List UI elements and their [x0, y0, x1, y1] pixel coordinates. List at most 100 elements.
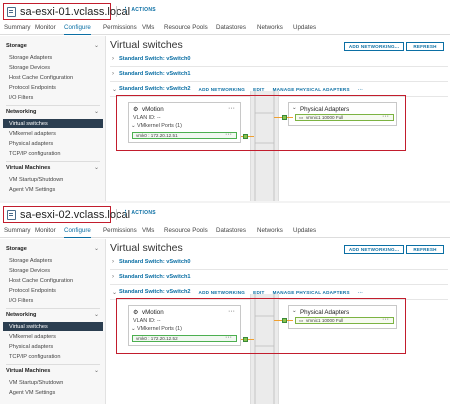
vmkernel-port-row[interactable]: vmk0 : 172.20.12.52 ···	[132, 334, 237, 342]
chevron-down-icon[interactable]: ⌄	[292, 308, 297, 314]
physical-adapters-card[interactable]: ⌄ Physical Adapters ▭ vmnic1 10000 Full …	[288, 305, 397, 329]
port-icon	[282, 318, 287, 323]
chevron-down-icon[interactable]: ⌄	[94, 367, 99, 374]
kebab-icon[interactable]: ···	[382, 113, 389, 120]
nic-icon: ▭	[299, 318, 304, 323]
sidebar-item-vmkernel-adapters[interactable]: VMkernel adapters	[9, 334, 56, 340]
tab-updates[interactable]: Updates	[293, 24, 316, 35]
refresh-button[interactable]: REFRESH	[406, 245, 444, 254]
sidebar-item-vm-startup[interactable]: VM Startup/Shutdown	[9, 177, 63, 183]
kebab-icon[interactable]: ···	[228, 308, 235, 315]
chevron-down-icon[interactable]: ⌄	[131, 326, 136, 332]
sidebar-item-io-filters[interactable]: I/O Filters	[9, 95, 33, 101]
kebab-icon[interactable]: ···	[225, 131, 232, 138]
tab-monitor[interactable]: Monitor	[35, 24, 56, 35]
switch-row-vswitch1[interactable]: › Standard Switch: vSwitch1	[110, 67, 448, 82]
sidebar-item-protocol-endpoints[interactable]: Protocol Endpoints	[9, 85, 56, 91]
tab-networks[interactable]: Networks	[257, 227, 283, 238]
tab-monitor[interactable]: Monitor	[35, 227, 56, 238]
tab-resource-pools[interactable]: Resource Pools	[164, 227, 208, 238]
portgroup-icon: ⚙	[133, 106, 139, 113]
portgroup-card[interactable]: ⚙ vMotion ··· VLAN ID: -- ⌄ VMkernel Por…	[128, 102, 241, 143]
tab-resource-pools[interactable]: Resource Pools	[164, 24, 208, 35]
chevron-down-icon[interactable]: ⌄	[94, 164, 99, 171]
nic-icon: ▭	[299, 115, 304, 120]
nic-row[interactable]: ▭ vmnic1 10000 Full ···	[295, 316, 394, 324]
actions-menu[interactable]: ⋮ ACTIONS	[122, 210, 156, 217]
divider	[116, 209, 117, 220]
sidebar-item-agent-vm[interactable]: Agent VM Settings	[9, 187, 55, 193]
refresh-button[interactable]: REFRESH	[406, 42, 444, 51]
sidebar-item-tcpip[interactable]: TCP/IP configuration	[9, 151, 61, 157]
tab-summary[interactable]: Summary	[4, 227, 30, 238]
sidebar-item-physical-adapters[interactable]: Physical adapters	[9, 141, 53, 147]
sidebar-group-storage[interactable]: Storage	[6, 43, 27, 49]
sidebar-divider	[6, 105, 100, 106]
tab-vms[interactable]: VMs	[142, 24, 154, 35]
chevron-down-icon[interactable]: ⌄	[131, 123, 136, 129]
sidebar-item-storage-adapters[interactable]: Storage Adapters	[9, 258, 52, 264]
tab-summary[interactable]: Summary	[4, 24, 30, 35]
host-panel-2: sa-esxi-02.vclass.local ⋮ ACTIONS Summar…	[0, 203, 450, 404]
chevron-down-icon[interactable]: ⌄	[94, 108, 99, 115]
sidebar-divider	[6, 308, 100, 309]
vmkernel-port-row[interactable]: vmk0 : 172.20.12.51 ···	[132, 131, 237, 139]
portgroup-name: vMotion	[142, 106, 164, 113]
tab-configure[interactable]: Configure	[64, 24, 91, 35]
sidebar-item-virtual-switches[interactable]: Virtual switches	[3, 119, 103, 128]
physical-adapters-card[interactable]: ⌄ Physical Adapters ▭ vmnic1 10000 Full …	[288, 102, 397, 126]
tab-updates[interactable]: Updates	[293, 227, 316, 238]
kebab-icon[interactable]: ···	[225, 334, 232, 341]
sidebar-item-tcpip[interactable]: TCP/IP configuration	[9, 354, 61, 360]
switch-diagram: ⚙ vMotion ··· VLAN ID: -- ⌄ VMkernel Por…	[107, 91, 448, 201]
switch-row-vswitch1[interactable]: › Standard Switch: vSwitch1	[110, 270, 448, 285]
configure-sidebar: Storage ⌄ Storage Adapters Storage Devic…	[0, 239, 106, 404]
sidebar-divider	[6, 161, 100, 162]
sidebar-item-storage-devices[interactable]: Storage Devices	[9, 65, 50, 71]
sidebar-group-networking[interactable]: Networking	[6, 312, 36, 318]
sidebar-group-networking[interactable]: Networking	[6, 109, 36, 115]
chevron-right-icon[interactable]: ›	[110, 259, 119, 265]
sidebar-item-vmkernel-adapters[interactable]: VMkernel adapters	[9, 131, 56, 137]
add-networking-button[interactable]: ADD NETWORKING...	[344, 42, 404, 51]
chevron-down-icon[interactable]: ⌄	[94, 42, 99, 49]
tab-networks[interactable]: Networks	[257, 24, 283, 35]
tab-permissions[interactable]: Permissions	[103, 24, 137, 35]
chevron-down-icon[interactable]: ⌄	[94, 245, 99, 252]
add-networking-button[interactable]: ADD NETWORKING...	[344, 245, 404, 254]
chevron-right-icon[interactable]: ›	[110, 274, 119, 280]
sidebar-item-host-cache[interactable]: Host Cache Configuration	[9, 278, 73, 284]
kebab-icon[interactable]: ···	[382, 316, 389, 323]
nic-row[interactable]: ▭ vmnic1 10000 Full ···	[295, 113, 394, 121]
main-content: Virtual switches ADD NETWORKING... REFRE…	[107, 36, 450, 201]
actions-menu[interactable]: ⋮ ACTIONS	[122, 7, 156, 14]
sidebar-group-storage[interactable]: Storage	[6, 246, 27, 252]
chevron-right-icon[interactable]: ›	[110, 56, 119, 62]
chevron-down-icon[interactable]: ⌄	[292, 105, 297, 111]
sidebar-item-io-filters[interactable]: I/O Filters	[9, 298, 33, 304]
chevron-right-icon[interactable]: ›	[110, 71, 119, 77]
tab-permissions[interactable]: Permissions	[103, 227, 137, 238]
sidebar-item-agent-vm[interactable]: Agent VM Settings	[9, 390, 55, 396]
switch-row-vswitch0[interactable]: › Standard Switch: vSwitch0	[110, 52, 448, 67]
nic-label: vmnic1 10000 Full	[306, 115, 344, 120]
tab-vms[interactable]: VMs	[142, 227, 154, 238]
sidebar-item-physical-adapters[interactable]: Physical adapters	[9, 344, 53, 350]
sidebar-item-host-cache[interactable]: Host Cache Configuration	[9, 75, 73, 81]
physical-adapters-title: Physical Adapters	[300, 106, 350, 113]
kebab-icon[interactable]: ···	[228, 105, 235, 112]
sidebar-group-virtual-machines[interactable]: Virtual Machines	[6, 165, 50, 171]
sidebar-group-virtual-machines[interactable]: Virtual Machines	[6, 368, 50, 374]
chevron-down-icon[interactable]: ⌄	[94, 311, 99, 318]
switch-row-vswitch0[interactable]: › Standard Switch: vSwitch0	[110, 255, 448, 270]
switch-label: Standard Switch: vSwitch1	[119, 71, 191, 77]
sidebar-item-storage-adapters[interactable]: Storage Adapters	[9, 55, 52, 61]
portgroup-card[interactable]: ⚙ vMotion ··· VLAN ID: -- ⌄ VMkernel Por…	[128, 305, 241, 346]
tab-datastores[interactable]: Datastores	[216, 227, 246, 238]
sidebar-item-storage-devices[interactable]: Storage Devices	[9, 268, 50, 274]
tab-datastores[interactable]: Datastores	[216, 24, 246, 35]
sidebar-item-vm-startup[interactable]: VM Startup/Shutdown	[9, 380, 63, 386]
sidebar-item-virtual-switches[interactable]: Virtual switches	[3, 322, 103, 331]
tab-configure[interactable]: Configure	[64, 227, 91, 238]
sidebar-item-protocol-endpoints[interactable]: Protocol Endpoints	[9, 288, 56, 294]
